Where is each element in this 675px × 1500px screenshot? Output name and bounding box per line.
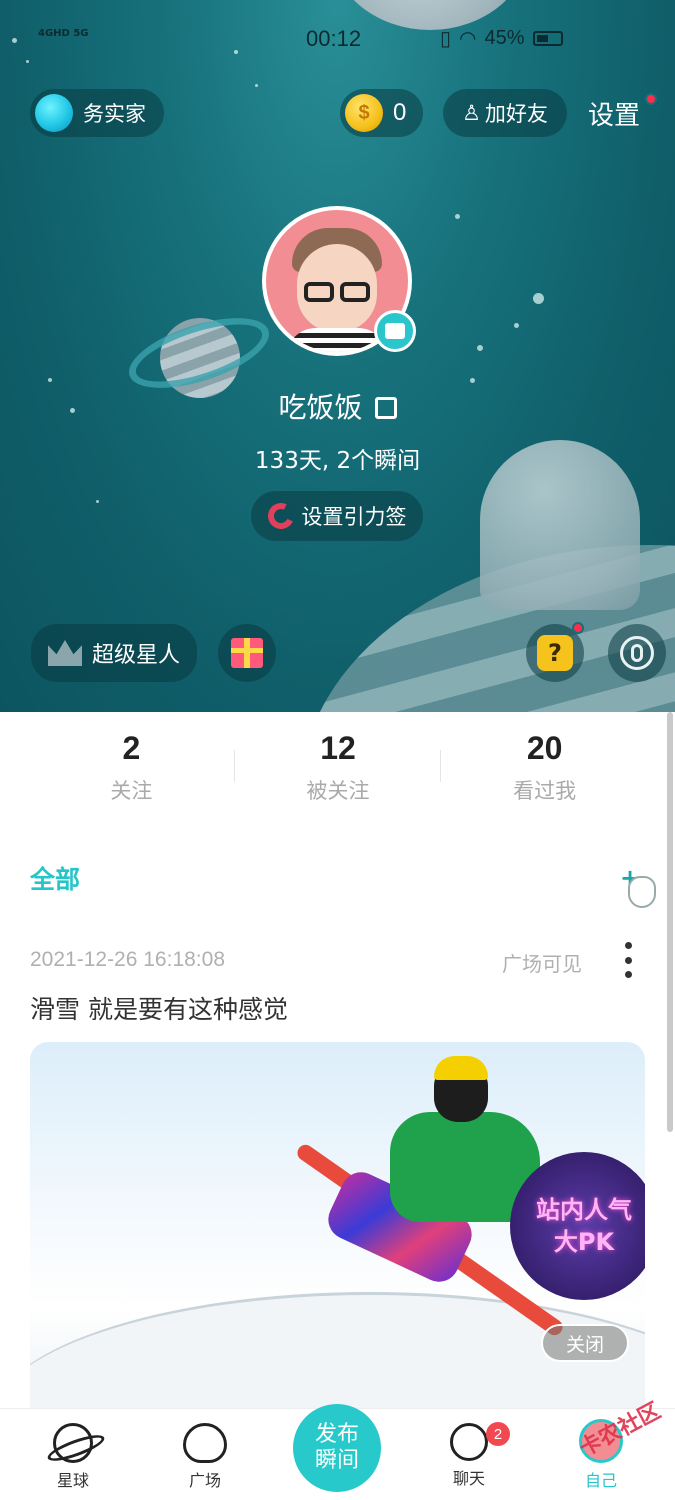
nav-planet-label: 星球 (56, 1471, 89, 1490)
post-text: 滑雪 就是要有这种感觉 (30, 995, 288, 1024)
nav-planet[interactable]: 星球 (28, 1409, 118, 1500)
promo-line-1: 站内人气 (536, 1196, 632, 1224)
visitors-counter[interactable]: 20 看过我 (441, 730, 648, 810)
edit-icon[interactable] (374, 397, 397, 419)
close-promo-button[interactable]: 关闭 (541, 1324, 629, 1362)
mystery-notification-dot (572, 622, 584, 634)
following-counter[interactable]: 2 关注 (28, 730, 235, 810)
pointer-hand-icon (628, 876, 656, 908)
coin-count: 0 (393, 99, 407, 126)
promo-line-2: 大PK (553, 1228, 615, 1256)
star-decoration (255, 84, 258, 87)
user-tag-label: 务实家 (83, 102, 146, 126)
magnet-icon (263, 499, 298, 533)
followers-counter[interactable]: 12 被关注 (235, 730, 442, 810)
status-icons: ▯ ◠ 45% (440, 26, 563, 51)
nav-square-label: 广场 (188, 1471, 221, 1490)
status-time: 00:12 (306, 26, 362, 51)
chat-unread-badge: 2 (486, 1422, 510, 1446)
user-tag-button[interactable]: 务实家 (30, 89, 164, 137)
star-decoration (470, 378, 475, 383)
coin-icon: $ (345, 94, 383, 132)
post-timestamp: 2021-12-26 16:18:08 (30, 948, 225, 971)
square-icon (183, 1423, 227, 1463)
vip-button[interactable]: 超级星人 (31, 624, 197, 682)
post-image[interactable]: 站内人气 大PK 关闭 (30, 1042, 645, 1422)
nav-square[interactable]: 广场 (160, 1409, 250, 1500)
vibrate-icon: ▯ (440, 28, 452, 50)
popularity-pk-promo[interactable]: 站内人气 大PK (510, 1152, 645, 1300)
gravity-tag-button[interactable]: 设置引力签 (251, 491, 423, 541)
wifi-icon: ◠ (459, 28, 477, 50)
tab-all[interactable]: 全部 (30, 860, 80, 896)
nickname-row[interactable]: 吃饭饭 (0, 386, 675, 426)
nav-me-label: 自己 (584, 1471, 617, 1490)
battery-icon (532, 31, 563, 46)
more-options-icon[interactable] (618, 942, 638, 978)
add-friend-button[interactable]: ♙ 加好友 (443, 89, 567, 137)
question-box-icon: ? (537, 635, 573, 671)
battery-percent: 45% (484, 27, 525, 49)
star-decoration (455, 214, 460, 219)
vip-label: 超级星人 (91, 643, 180, 668)
gravity-tag-label: 设置引力签 (301, 505, 407, 529)
avatar-outfit-icon[interactable] (374, 310, 416, 352)
visitors-label: 看过我 (513, 779, 577, 803)
following-count: 2 (122, 730, 141, 766)
nickname: 吃饭饭 (278, 391, 363, 424)
visitors-count: 20 (526, 730, 563, 766)
planet-icon (53, 1423, 93, 1463)
add-post-button[interactable]: + (618, 862, 660, 910)
divider (234, 750, 235, 782)
star-decoration (533, 293, 544, 304)
scrollbar[interactable] (667, 712, 673, 1132)
star-decoration (48, 378, 52, 382)
voice-button[interactable] (608, 624, 666, 682)
publish-line-2: 瞬间 (314, 1448, 359, 1473)
follow-counters: 2 关注 12 被关注 20 看过我 (28, 730, 648, 810)
crown-icon (47, 640, 82, 666)
post-visibility: 广场可见 (502, 952, 582, 976)
star-decoration (514, 323, 519, 328)
planet-globe-icon (35, 94, 73, 132)
gift-icon (231, 638, 263, 668)
publish-moment-button[interactable]: 发布 瞬间 (293, 1404, 381, 1492)
settings-notification-dot (645, 93, 657, 105)
microphone-icon (620, 636, 654, 670)
star-decoration (96, 500, 99, 503)
gift-button[interactable] (218, 624, 276, 682)
star-decoration (477, 345, 483, 351)
network-indicator: 4GHD 5G (38, 28, 89, 39)
divider (440, 750, 441, 782)
status-bar: 4GHD 5G 00:12 ▯ ◠ 45% (0, 18, 675, 62)
publish-line-1: 发布 (314, 1422, 359, 1447)
profile-stats: 133天, 2个瞬间 (254, 448, 421, 474)
chat-icon (450, 1423, 488, 1461)
add-friend-label: 加好友 (484, 102, 548, 126)
following-label: 关注 (110, 779, 153, 803)
nav-chat-label: 聊天 (452, 1469, 485, 1488)
followers-label: 被关注 (306, 779, 370, 803)
profile-hero: 4GHD 5G 00:12 ▯ ◠ 45% 务实家 $ 0 ♙ 加好友 设置 吃… (0, 0, 675, 712)
followers-count: 12 (320, 730, 356, 766)
add-person-icon: ♙ (462, 101, 481, 125)
settings-button[interactable]: 设置 (588, 95, 640, 132)
coin-balance-button[interactable]: $ 0 (340, 89, 423, 137)
